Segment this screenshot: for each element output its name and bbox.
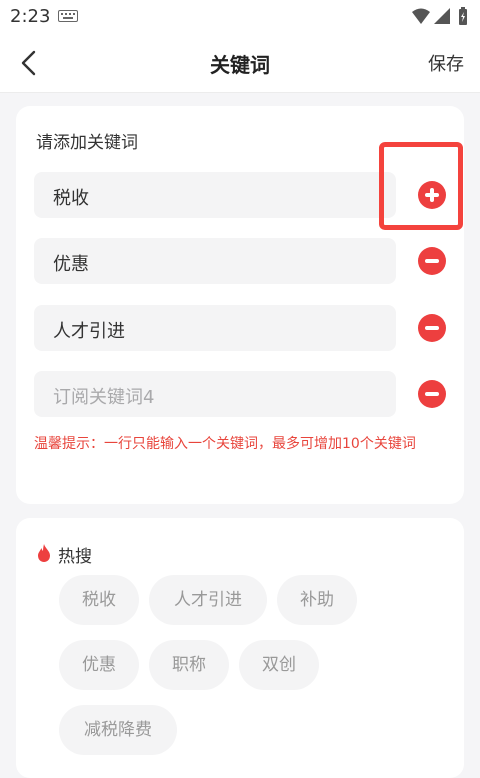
remove-keyword-button[interactable] <box>418 314 446 342</box>
remove-keyword-button[interactable] <box>418 380 446 408</box>
keyword-input-1[interactable]: 税收 <box>34 172 396 218</box>
status-time: 2:23 <box>10 6 51 27</box>
highlight-box <box>379 142 463 230</box>
minus-icon <box>425 326 439 330</box>
wifi-icon <box>412 8 430 24</box>
keyword-input-3[interactable]: 人才引进 <box>34 305 396 351</box>
save-button[interactable]: 保存 <box>428 50 464 76</box>
keyword-value: 税收 <box>53 188 89 209</box>
keyword-input-4[interactable]: 订阅关键词4 <box>34 371 396 417</box>
minus-icon <box>425 259 439 263</box>
hot-tag[interactable]: 减税降费 <box>59 705 177 755</box>
page-title: 关键词 <box>210 53 270 77</box>
battery-icon <box>459 7 467 25</box>
keyword-value: 人才引进 <box>53 321 125 342</box>
keywords-section-title: 请添加关键词 <box>36 133 138 153</box>
hot-tag[interactable]: 职称 <box>149 640 229 690</box>
hot-search-title: 热搜 <box>58 547 92 567</box>
hot-tag[interactable]: 税收 <box>59 575 139 625</box>
hot-tag[interactable]: 人才引进 <box>149 575 267 625</box>
nav-bar: 关键词 保存 <box>0 34 480 93</box>
keyword-input-2[interactable]: 优惠 <box>34 238 396 284</box>
remove-keyword-button[interactable] <box>418 247 446 275</box>
hot-tag[interactable]: 优惠 <box>59 640 139 690</box>
flame-icon <box>38 544 50 562</box>
hot-tag[interactable]: 双创 <box>239 640 319 690</box>
signal-icon <box>434 8 450 24</box>
hot-search-card: 热搜 税收 人才引进 补助 优惠 职称 双创 减税降费 <box>16 518 464 778</box>
minus-icon <box>425 392 439 396</box>
keyboard-icon <box>58 10 78 22</box>
keyword-placeholder: 订阅关键词4 <box>53 387 155 408</box>
tip-text: 温馨提示：一行只能输入一个关键词，最多可增加10个关键词 <box>34 436 416 452</box>
hot-tag[interactable]: 补助 <box>277 575 357 625</box>
keyword-value: 优惠 <box>53 254 89 275</box>
status-bar: 2:23 <box>0 0 480 34</box>
